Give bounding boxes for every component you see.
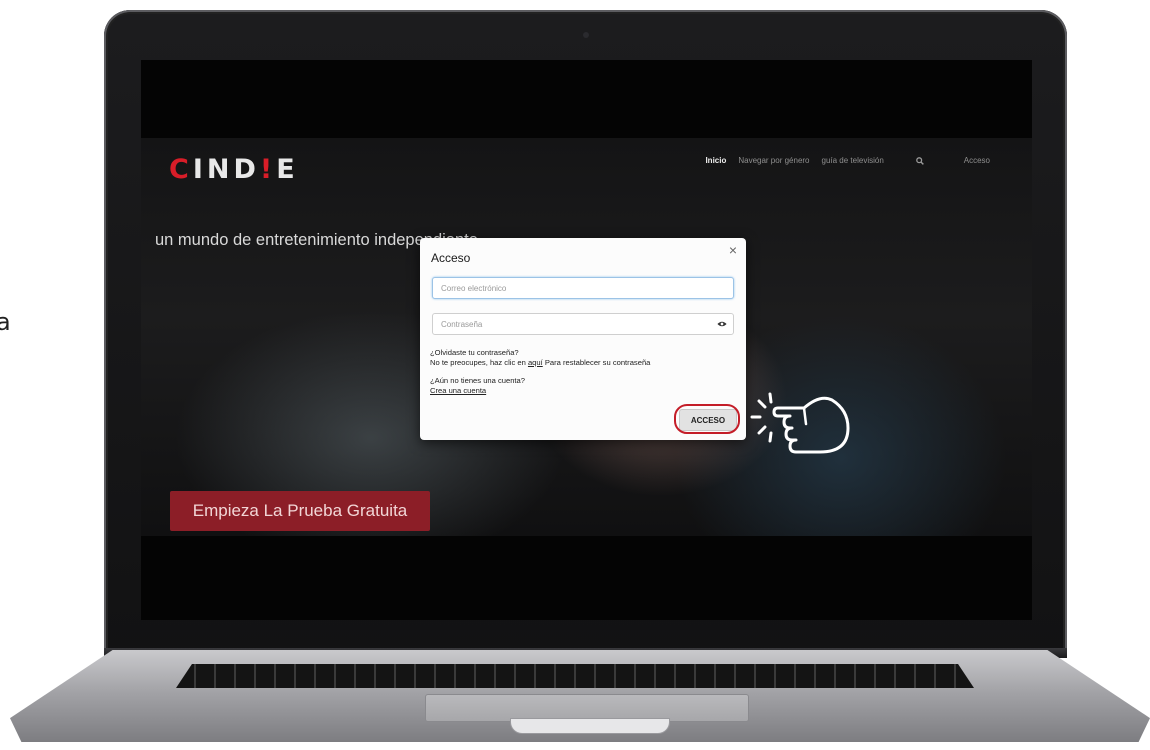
no-account-question: ¿Aún no tienes una cuenta? [430, 376, 525, 385]
eye-icon[interactable] [717, 320, 727, 328]
login-modal: Acceso × ¿Olvidaste tu contraseña? No te… [420, 238, 746, 440]
logo-letter-c: C [169, 154, 193, 185]
nav-item-guia-de-television[interactable]: guía de televisión [822, 156, 884, 165]
nav-login-link[interactable]: Acceso [964, 156, 990, 165]
laptop-screen: CIND!E Inicio Navegar por género guía de… [141, 60, 1032, 620]
create-account-link[interactable]: Crea una cuenta [430, 386, 486, 395]
free-trial-button[interactable]: Empieza La Prueba Gratuita [170, 491, 430, 531]
website: CIND!E Inicio Navegar por género guía de… [141, 138, 1032, 536]
forgot-password-hint: No te preocupes, haz clic en aquí Para r… [430, 358, 650, 368]
stage: a CIND!E Inicio Navegar por género guía … [0, 0, 1150, 750]
logo-letters-ind: IND [192, 154, 260, 185]
search-icon[interactable] [915, 156, 924, 165]
forgot-hint-before: No te preocupes, haz clic en [430, 358, 526, 367]
logo-bang: ! [259, 154, 277, 185]
email-field[interactable] [432, 277, 734, 299]
top-nav: Inicio Navegar por género guía de televi… [693, 156, 990, 165]
close-icon[interactable]: × [729, 242, 737, 258]
nav-item-inicio[interactable]: Inicio [705, 156, 726, 165]
laptop-keyboard [176, 664, 974, 688]
forgot-password-question: ¿Olvidaste tu contraseña? [430, 348, 519, 357]
login-modal-title: Acceso [431, 251, 471, 265]
forgot-hint-after: Para restablecer su contraseña [544, 358, 651, 367]
pointing-hand-icon [750, 392, 850, 454]
nav-item-navegar-por-genero[interactable]: Navegar por género [738, 156, 809, 165]
cindie-logo[interactable]: CIND!E [169, 154, 299, 185]
laptop-front-notch [510, 718, 670, 734]
camera-icon [583, 32, 589, 38]
login-help-text: ¿Olvidaste tu contraseña? No te preocupe… [430, 348, 650, 396]
stray-letter: a [0, 308, 11, 336]
login-submit-button[interactable]: ACCESO [679, 409, 737, 431]
logo-letter-e: E [276, 154, 299, 185]
password-field[interactable] [432, 313, 734, 335]
reset-password-link[interactable]: aquí [528, 358, 543, 367]
